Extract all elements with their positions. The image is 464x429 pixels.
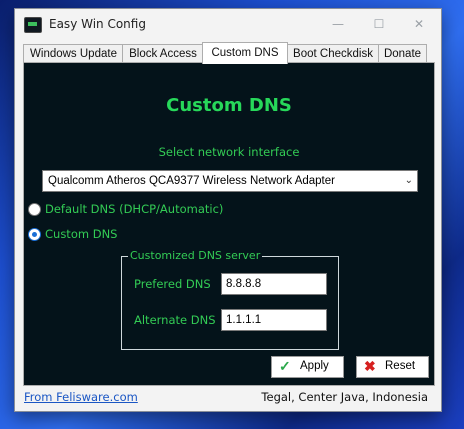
apply-button[interactable]: ✓ Apply <box>271 356 344 378</box>
alternate-dns-input[interactable] <box>221 309 327 331</box>
tab-boot-checkdisk[interactable]: Boot Checkdisk <box>286 44 380 63</box>
preferred-dns-input[interactable] <box>221 273 327 295</box>
network-interface-value: Qualcomm Atheros QCA9377 Wireless Networ… <box>48 175 335 187</box>
chevron-down-icon: ⌄ <box>404 175 413 186</box>
radio-custom-dns-button[interactable] <box>28 228 41 241</box>
app-window: Easy Win Config — ☐ ✕ Windows Update Blo… <box>14 8 442 412</box>
interface-label: Select network interface <box>158 145 300 159</box>
x-icon: ✖ <box>364 358 376 374</box>
reset-button[interactable]: ✖ Reset <box>356 356 429 378</box>
tab-strip: Windows Update Block Access Custom DNS B… <box>23 42 433 64</box>
apply-label: Apply <box>300 360 329 372</box>
radio-default-dns[interactable]: Default DNS (DHCP/Automatic) <box>28 202 238 220</box>
close-button[interactable]: ✕ <box>409 15 429 33</box>
radio-default-dns-button[interactable] <box>28 203 41 216</box>
app-icon <box>24 17 42 33</box>
custom-dns-panel: Custom DNS Select network interface Qual… <box>23 62 435 386</box>
maximize-button[interactable]: ☐ <box>369 15 389 33</box>
radio-custom-dns-label: Custom DNS <box>45 227 118 241</box>
tab-donate[interactable]: Donate <box>378 44 427 63</box>
radio-default-dns-label: Default DNS (DHCP/Automatic) <box>45 202 224 216</box>
checkmark-icon: ✓ <box>279 358 291 374</box>
radio-custom-dns[interactable]: Custom DNS <box>28 227 128 245</box>
location-text: Tegal, Center Java, Indonesia <box>261 390 428 404</box>
window-title: Easy Win Config <box>49 17 146 31</box>
felisware-link[interactable]: From Felisware.com <box>24 390 138 404</box>
tab-custom-dns[interactable]: Custom DNS <box>202 42 288 64</box>
title-bar[interactable]: Easy Win Config — ☐ ✕ <box>15 9 441 41</box>
tab-windows-update[interactable]: Windows Update <box>23 44 124 63</box>
network-interface-select[interactable]: Qualcomm Atheros QCA9377 Wireless Networ… <box>42 170 418 192</box>
preferred-dns-label: Prefered DNS <box>134 277 211 291</box>
minimize-button[interactable]: — <box>328 15 348 33</box>
tab-block-access[interactable]: Block Access <box>122 44 204 63</box>
dns-server-group: Customized DNS server Prefered DNS Alter… <box>121 249 339 350</box>
group-title: Customized DNS server <box>128 249 263 262</box>
alternate-dns-label: Alternate DNS <box>134 313 216 327</box>
panel-heading: Custom DNS <box>166 95 292 116</box>
reset-label: Reset <box>385 360 416 372</box>
